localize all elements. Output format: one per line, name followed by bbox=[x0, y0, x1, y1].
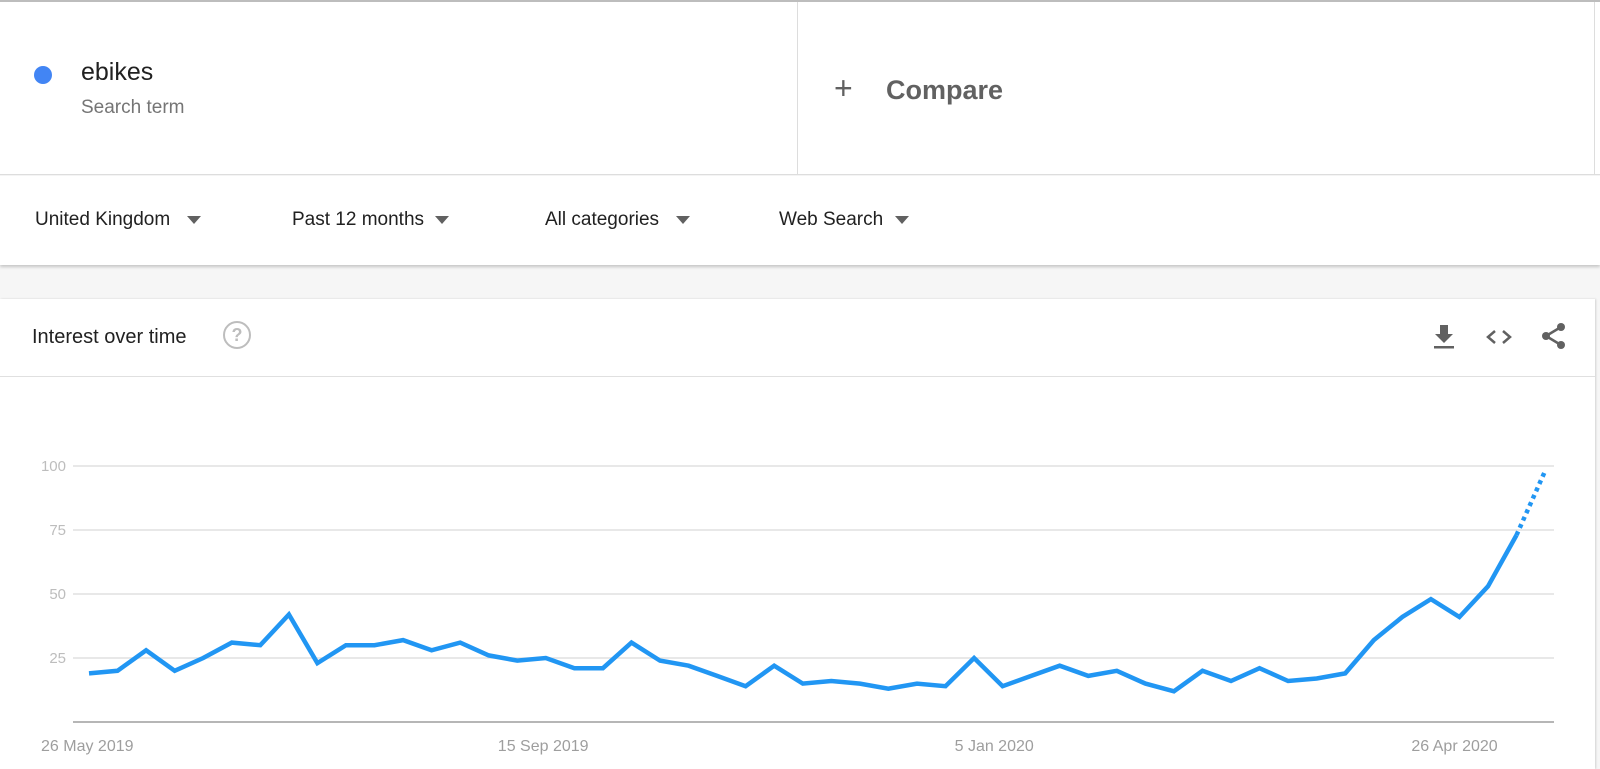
data-point[interactable] bbox=[1543, 469, 1547, 473]
data-point[interactable] bbox=[629, 641, 633, 645]
y-tick-label: 50 bbox=[49, 586, 66, 603]
x-tick-label: 26 May 2019 bbox=[41, 738, 134, 755]
data-point[interactable] bbox=[1086, 674, 1090, 678]
data-point[interactable] bbox=[1172, 689, 1176, 693]
data-point[interactable] bbox=[344, 643, 348, 647]
data-point[interactable] bbox=[1001, 684, 1005, 688]
series-line-ebikes[interactable] bbox=[88, 534, 1519, 694]
data-point[interactable] bbox=[1315, 676, 1319, 680]
data-point[interactable] bbox=[401, 638, 405, 642]
x-tick-label: 5 Jan 2020 bbox=[955, 738, 1034, 755]
data-point[interactable] bbox=[1486, 584, 1490, 588]
data-point[interactable] bbox=[116, 669, 120, 673]
data-point[interactable] bbox=[315, 661, 319, 665]
interest-line-chart[interactable]: 25 50 75 100 26 May 2019 15 Sep 2019 5 Jan 202… bbox=[0, 0, 1600, 758]
y-tick-label: 75 bbox=[49, 522, 66, 539]
data-point[interactable] bbox=[230, 641, 234, 645]
data-point[interactable] bbox=[1229, 679, 1233, 683]
data-point[interactable] bbox=[1143, 682, 1147, 686]
data-point[interactable] bbox=[287, 612, 291, 616]
data-point[interactable] bbox=[544, 656, 548, 660]
data-point[interactable] bbox=[1058, 664, 1062, 668]
data-point[interactable] bbox=[87, 671, 91, 675]
data-point[interactable] bbox=[1343, 671, 1347, 675]
data-point[interactable] bbox=[744, 684, 748, 688]
data-point[interactable] bbox=[1115, 669, 1119, 673]
data-point[interactable] bbox=[1515, 533, 1519, 537]
series-partial-segment[interactable] bbox=[1514, 470, 1548, 537]
data-point[interactable] bbox=[1400, 615, 1404, 619]
data-point[interactable] bbox=[715, 674, 719, 678]
data-point[interactable] bbox=[1200, 669, 1204, 673]
data-point[interactable] bbox=[1457, 615, 1461, 619]
data-point[interactable] bbox=[173, 669, 177, 673]
data-point[interactable] bbox=[1258, 666, 1262, 670]
y-tick-label: 25 bbox=[49, 650, 66, 667]
data-point[interactable] bbox=[915, 682, 919, 686]
data-point[interactable] bbox=[144, 648, 148, 652]
data-point[interactable] bbox=[1372, 638, 1376, 642]
data-point[interactable] bbox=[458, 641, 462, 645]
data-point[interactable] bbox=[858, 682, 862, 686]
data-point[interactable] bbox=[972, 656, 976, 660]
data-point[interactable] bbox=[572, 666, 576, 670]
data-point[interactable] bbox=[944, 684, 948, 688]
data-point[interactable] bbox=[487, 653, 491, 657]
data-point[interactable] bbox=[373, 643, 377, 647]
data-point[interactable] bbox=[687, 664, 691, 668]
x-tick-label: 26 Apr 2020 bbox=[1411, 738, 1497, 755]
data-point[interactable] bbox=[801, 682, 805, 686]
data-point[interactable] bbox=[1029, 674, 1033, 678]
data-point[interactable] bbox=[515, 659, 519, 663]
data-point[interactable] bbox=[1286, 679, 1290, 683]
data-point[interactable] bbox=[1429, 597, 1433, 601]
y-tick-label: 100 bbox=[41, 458, 66, 475]
x-tick-label: 15 Sep 2019 bbox=[498, 738, 589, 755]
data-point[interactable] bbox=[772, 664, 776, 668]
data-point[interactable] bbox=[829, 679, 833, 683]
data-point[interactable] bbox=[430, 648, 434, 652]
data-point[interactable] bbox=[201, 656, 205, 660]
data-point[interactable] bbox=[258, 643, 262, 647]
data-point[interactable] bbox=[658, 659, 662, 663]
data-point[interactable] bbox=[886, 687, 890, 691]
data-point[interactable] bbox=[601, 666, 605, 670]
